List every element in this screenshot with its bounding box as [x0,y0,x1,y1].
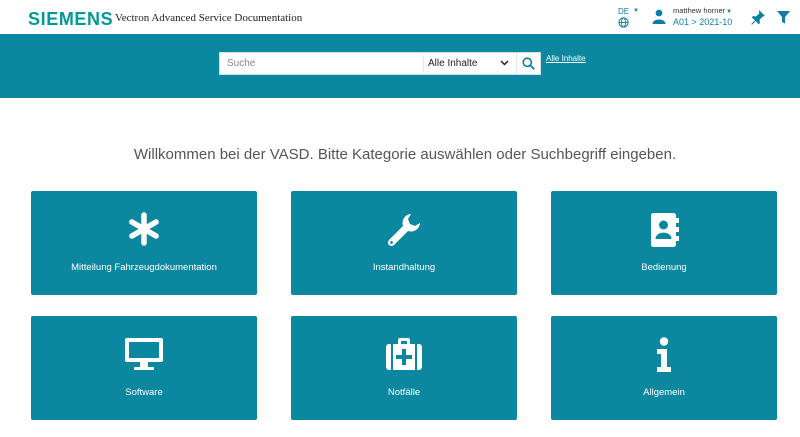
user-name: matthew horner [673,6,726,15]
filter-icon[interactable] [777,11,790,24]
tile-instandhaltung[interactable]: Instandhaltung [291,191,517,295]
chevron-down-icon [500,60,509,66]
tile-notfaelle[interactable]: Notfälle [291,316,517,420]
tile-label: Instandhaltung [372,262,436,273]
address-book-icon [651,213,679,247]
search-input[interactable] [220,53,423,74]
pin-icon[interactable] [751,10,765,25]
caret-down-icon: ▼ [726,9,733,15]
search-scope-value: Alle Inhalte [428,58,478,69]
monitor-icon [125,338,163,370]
tile-label: Notfälle [387,387,421,398]
language-code: DE [618,7,630,16]
tile-label: Bedienung [641,262,687,273]
globe-icon [618,17,629,28]
user-context[interactable]: A01 > 2021-10 [673,17,732,27]
language-selector[interactable]: DE ▼ [615,6,641,30]
search-scope-dropdown[interactable]: Alle Inhalte [424,53,516,74]
siemens-logo[interactable]: SIEMENS [28,9,113,30]
welcome-message: Willkommen bei der VASD. Bitte Kategorie… [133,146,677,163]
search-bar: Alle Inhalte [219,52,541,75]
all-content-link[interactable]: Alle Inhalte [546,54,586,63]
top-bar: SIEMENS Vectron Advanced Service Documen… [0,0,800,34]
tile-label: Software [125,387,163,398]
user-menu[interactable]: matthew horner▼ [673,6,732,15]
caret-down-icon: ▼ [633,8,639,14]
wrench-icon [387,214,420,247]
asterisk-icon [129,212,159,246]
search-band: Alle Inhalte Alle Inhalte [0,34,800,98]
tile-software[interactable]: Software [31,316,257,420]
info-icon [657,337,671,372]
tile-bedienung[interactable]: Bedienung [551,191,777,295]
medkit-icon [386,338,422,370]
search-icon [522,57,535,70]
search-button[interactable] [516,53,540,74]
app-title: Vectron Advanced Service Documentation [115,12,303,24]
tile-mitteilung-fahrzeugdokumentation[interactable]: Mitteilung Fahrzeugdokumentation [31,191,257,295]
user-icon[interactable] [652,9,666,24]
tile-label: Allgemein [643,387,685,398]
tile-label: Mitteilung Fahrzeugdokumentation [71,262,217,273]
tile-allgemein[interactable]: Allgemein [551,316,777,420]
